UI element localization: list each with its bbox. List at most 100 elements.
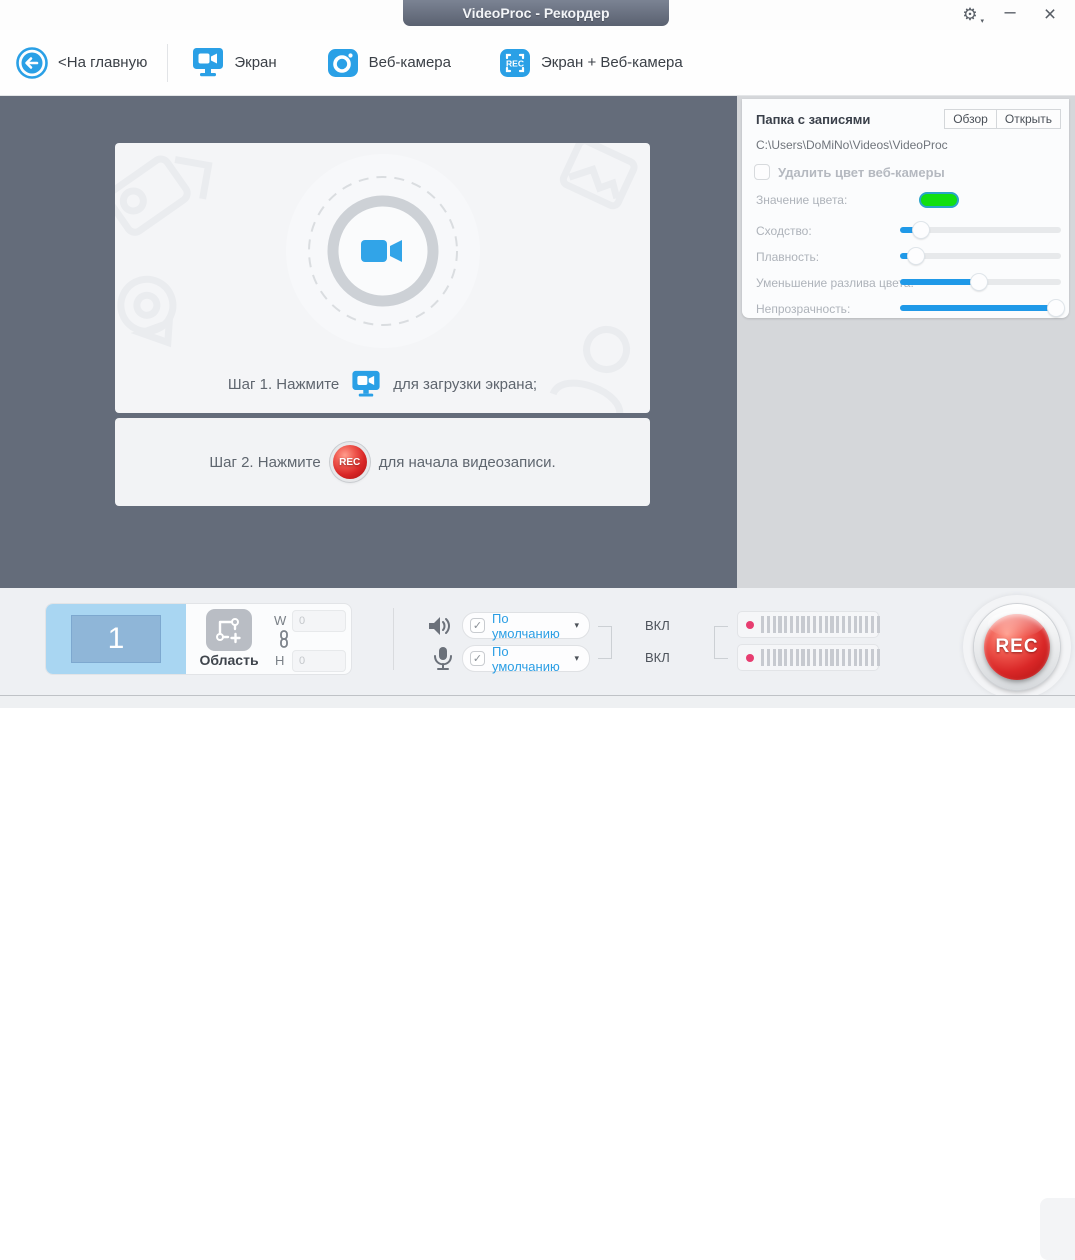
crop-region-icon <box>216 618 241 644</box>
screen-record-icon <box>352 370 380 397</box>
slider-row: Сходство: <box>742 218 1069 244</box>
step2-suffix: для начала видеозаписи. <box>378 453 556 471</box>
dropdown-bracket <box>598 626 612 659</box>
speaker-meter-dot <box>746 620 754 629</box>
width-value: 0 <box>299 615 306 627</box>
mic-device-dropdown[interactable]: ✓ По умолчанию ▾ <box>462 643 590 674</box>
speaker-icon <box>429 617 450 635</box>
minimize-button[interactable]: – <box>993 0 1027 28</box>
mic-device-value: По умолчанию <box>492 643 560 674</box>
step1-suffix: для загрузки экрана; <box>393 376 538 393</box>
rec-button-shelf <box>1040 1198 1075 1260</box>
folder-path: C:\Users\DoMiNo\Videos\VideoProc <box>756 138 948 152</box>
meter-bracket <box>714 626 728 659</box>
tab-screen-record[interactable]: Экран <box>192 47 277 79</box>
record-button[interactable]: REC <box>974 604 1060 690</box>
back-arrow-icon <box>16 46 48 79</box>
color-value-label: Значение цвета: <box>756 193 848 207</box>
chevron-down-icon: ▾ <box>574 653 579 663</box>
height-input[interactable]: 0 <box>292 650 346 672</box>
window-controls: ⚙ ▾ – × <box>953 0 1067 30</box>
mic-meter-dot <box>746 653 754 662</box>
window-footer <box>0 695 1075 708</box>
slider-label: Уменьшение разлива цвета: <box>756 276 914 290</box>
mic-enabled-checkbox[interactable]: ✓ <box>470 651 485 666</box>
slider-track[interactable] <box>900 300 1065 316</box>
height-label: H <box>275 653 285 668</box>
step1-card: Шаг 1. Нажмите для загрузки экрана; <box>115 143 650 413</box>
tab-webcam-record[interactable]: Веб-камера <box>327 47 451 79</box>
back-to-home-button[interactable]: <На главную <box>16 46 147 79</box>
browse-button[interactable]: Обзор <box>944 109 997 129</box>
slider-thumb[interactable] <box>908 248 925 264</box>
camera-rings-graphic[interactable] <box>273 143 493 361</box>
color-value-row: Значение цвета: <box>742 180 1069 208</box>
checkmark-icon: ✓ <box>472 620 483 632</box>
slider-thumb[interactable] <box>1048 300 1065 316</box>
tab-screen-webcam-record[interactable]: REC Экран + Веб-камера <box>499 47 683 79</box>
content-area: Шаг 1. Нажмите для загрузки экрана; Шаг … <box>0 96 1075 588</box>
settings-button[interactable]: ⚙ ▾ <box>953 2 987 28</box>
height-value: 0 <box>299 655 306 667</box>
webcam-label: Веб-камера <box>368 54 451 71</box>
chroma-sliders: Сходство: Плавность: Уменьшение разлива цв… <box>742 208 1069 322</box>
folder-title: Папка с записями <box>756 111 871 127</box>
microphone-icon <box>434 647 452 670</box>
mic-meter-bars <box>761 649 880 666</box>
close-icon: × <box>1043 3 1057 26</box>
close-button[interactable]: × <box>1033 2 1067 28</box>
rec-ball-icon: REC <box>332 445 367 479</box>
mic-level-meter <box>737 644 880 671</box>
screen-webcam-record-icon: REC <box>500 48 530 77</box>
step1-instruction: Шаг 1. Нажмите для загрузки экрана; <box>115 370 650 399</box>
slider-track[interactable] <box>900 248 1061 264</box>
slider-track[interactable] <box>900 274 1061 290</box>
record-button-label: REC <box>995 636 1039 657</box>
slider-row: Непрозрачность: <box>742 296 1069 322</box>
region-label: Область <box>199 652 259 668</box>
mode-toolbar: <На главную Экран Веб-камера REC Экран +… <box>0 30 1075 96</box>
both-label: Экран + Веб-камера <box>541 54 683 71</box>
webcam-decoration-icon <box>117 275 177 348</box>
window-title: VideoProc - Рекордер <box>403 0 669 26</box>
rec-ball-label: REC <box>339 456 361 468</box>
rec-badge-text: REC <box>506 58 524 68</box>
screen-label: Экран <box>234 54 277 71</box>
preview-area: Шаг 1. Нажмите для загрузки экрана; Шаг … <box>0 96 737 588</box>
chevron-down-icon: ▾ <box>574 620 579 630</box>
speaker-meter-bars <box>761 616 880 633</box>
step1-prefix: Шаг 1. Нажмите <box>227 376 340 393</box>
recordings-folder-header: Папка с записями Обзор Открыть <box>742 99 1069 129</box>
width-input[interactable]: 0 <box>292 610 346 632</box>
remove-webcam-color-label: Удалить цвет веб-камеры <box>778 164 945 180</box>
monitor-number: 1 <box>107 622 125 655</box>
step2-instruction: Шаг 2. Нажмите REC для начала видеозапис… <box>209 445 556 479</box>
record-button-ball: REC <box>984 614 1050 680</box>
monitor-1-thumbnail: 1 <box>71 615 161 663</box>
gear-icon: ⚙ <box>962 5 978 24</box>
gear-caret-icon: ▾ <box>980 18 984 25</box>
width-label: W <box>274 613 287 628</box>
tag-decoration-icon <box>115 155 213 236</box>
speaker-device-dropdown[interactable]: ✓ По умолчанию ▾ <box>462 611 590 641</box>
slider-track[interactable] <box>900 222 1061 238</box>
slider-label: Непрозрачность: <box>756 302 851 316</box>
slider-label: Плавность: <box>756 250 820 264</box>
slider-thumb[interactable] <box>970 274 987 290</box>
slider-fill <box>900 279 979 285</box>
remove-webcam-color-checkbox[interactable] <box>754 164 770 180</box>
bottom-bar-divider <box>393 608 394 670</box>
capture-source-card: 1 Область W 0 H 0 <box>45 603 352 675</box>
slider-thumb[interactable] <box>912 222 929 238</box>
region-block: Область W 0 H 0 <box>186 604 351 674</box>
monitor-1-tile[interactable]: 1 <box>46 604 186 674</box>
color-swatch[interactable] <box>919 192 960 208</box>
crop-region-button[interactable] <box>206 609 252 651</box>
camcorder-icon <box>361 240 402 262</box>
settings-panel: Папка с записями Обзор Открыть C:\Users\… <box>737 96 1075 588</box>
speaker-enabled-checkbox[interactable]: ✓ <box>470 618 485 633</box>
open-button[interactable]: Открыть <box>996 109 1061 129</box>
minimize-icon: – <box>1004 0 1016 23</box>
link-dimensions-icon[interactable] <box>278 630 290 648</box>
settings-card: Папка с записями Обзор Открыть C:\Users\… <box>742 99 1069 318</box>
